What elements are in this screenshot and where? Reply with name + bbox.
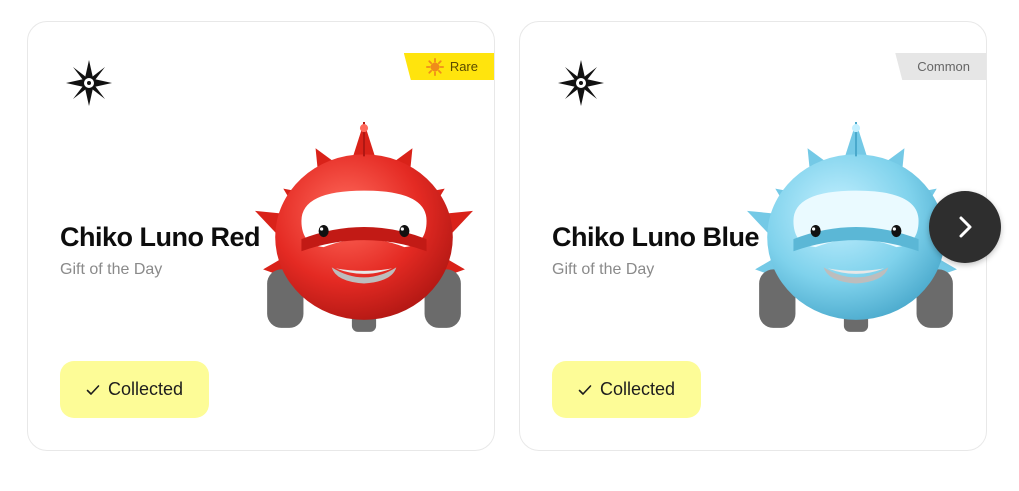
rarity-label: Rare [449, 59, 478, 74]
collected-label: Collected [599, 379, 676, 399]
collected-button[interactable]: Collected [552, 361, 701, 418]
sun-icon [425, 57, 444, 76]
gift-title: Chiko Luno Red [60, 222, 260, 252]
collected-button[interactable]: Collected [60, 361, 209, 418]
gift-title: Chiko Luno Blue [552, 222, 759, 252]
gift-card-red[interactable]: Rare Chiko Luno Red Gift of the Day Coll… [27, 21, 495, 451]
check-icon [86, 384, 100, 395]
gift-carousel: Rare Chiko Luno Red Gift of the Day Coll… [0, 0, 1019, 491]
rarity-badge: Rare [403, 53, 494, 80]
gift-subtitle: Gift of the Day [60, 261, 163, 278]
star-compass-logo-icon [66, 60, 112, 106]
gift-card-blue[interactable]: Common Chiko Luno Blue Gift of the Day C… [519, 21, 987, 451]
rarity-badge: Common [895, 53, 986, 80]
star-compass-logo-icon [558, 60, 604, 106]
next-button[interactable] [929, 191, 1001, 263]
gift-subtitle: Gift of the Day [552, 261, 655, 278]
chevron-right-icon [959, 216, 972, 238]
check-icon [578, 384, 592, 395]
chiko-luno-red-figure [255, 122, 473, 332]
collected-label: Collected [107, 379, 184, 399]
rarity-label: Common [917, 59, 970, 74]
